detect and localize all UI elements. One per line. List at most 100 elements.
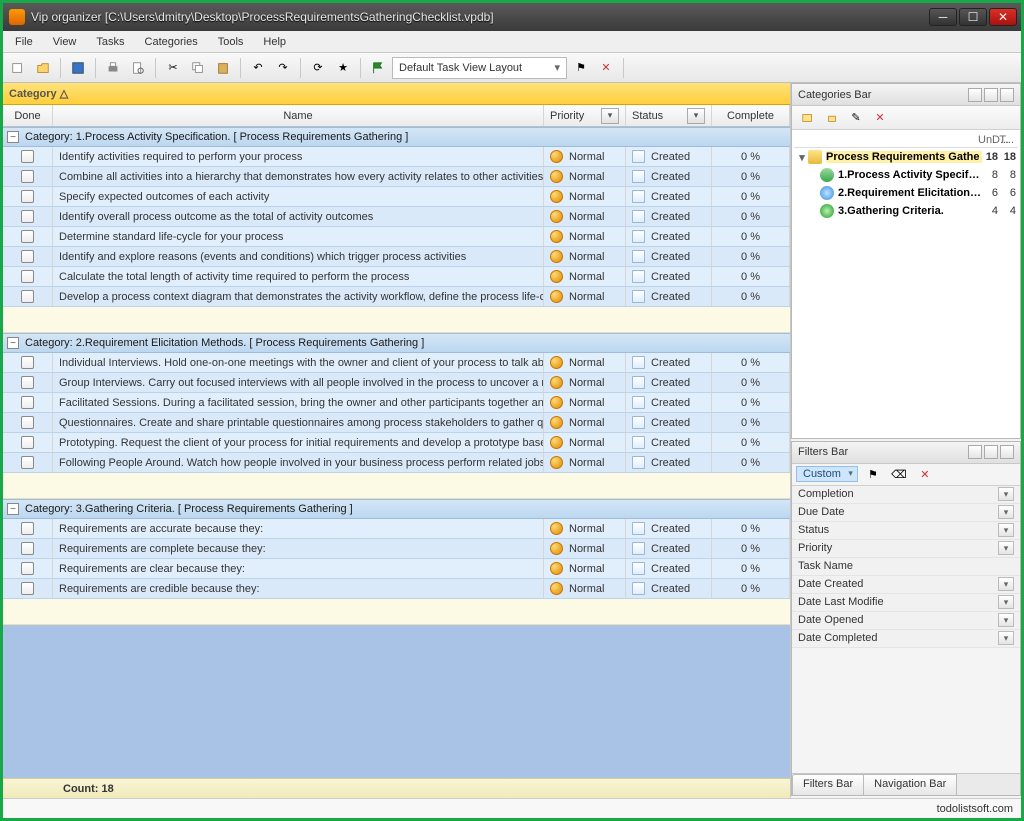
table-row[interactable]: Prototyping. Request the client of your … <box>3 433 790 453</box>
new-db-icon[interactable] <box>7 57 29 79</box>
dropdown-icon[interactable]: ▾ <box>998 541 1014 555</box>
tree-node[interactable]: 2.Requirement Elicitation Me66 <box>794 184 1018 202</box>
col-complete[interactable]: Complete <box>712 105 790 126</box>
cat-new-icon[interactable] <box>798 108 818 128</box>
status-filter-icon[interactable]: ▾ <box>687 108 705 124</box>
menu-tasks[interactable]: Tasks <box>88 34 132 50</box>
done-checkbox[interactable] <box>21 436 34 449</box>
table-row[interactable]: Requirements are clear because they:Norm… <box>3 559 790 579</box>
panel-pin-icon[interactable] <box>968 88 982 102</box>
menu-categories[interactable]: Categories <box>137 34 206 50</box>
table-row[interactable]: Identify activities required to perform … <box>3 147 790 167</box>
dropdown-icon[interactable]: ▾ <box>998 613 1014 627</box>
panel-pin-icon[interactable] <box>968 445 982 459</box>
done-checkbox[interactable] <box>21 396 34 409</box>
table-row[interactable]: Develop a process context diagram that d… <box>3 287 790 307</box>
filter-apply-icon[interactable]: ⚑ <box>862 463 884 485</box>
menu-help[interactable]: Help <box>255 34 294 50</box>
col-priority[interactable]: Priority▾ <box>544 105 626 126</box>
dropdown-icon[interactable]: ▾ <box>998 505 1014 519</box>
filter-row[interactable]: Date Opened▾ <box>792 612 1020 630</box>
done-checkbox[interactable] <box>21 270 34 283</box>
done-checkbox[interactable] <box>21 582 34 595</box>
category-row[interactable]: −Category: 3.Gathering Criteria. [ Proce… <box>3 499 790 519</box>
done-checkbox[interactable] <box>21 522 34 535</box>
table-row[interactable]: Specify expected outcomes of each activi… <box>3 187 790 207</box>
tab-filters-bar[interactable]: Filters Bar <box>792 774 864 795</box>
table-row[interactable]: Calculate the total length of activity t… <box>3 267 790 287</box>
chevron-down-icon[interactable]: ▾ <box>796 151 808 164</box>
table-row[interactable]: Group Interviews. Carry out focused inte… <box>3 373 790 393</box>
filter-row[interactable]: Date Last Modifie▾ <box>792 594 1020 612</box>
flag-icon[interactable] <box>367 57 389 79</box>
dropdown-icon[interactable]: ▾ <box>998 487 1014 501</box>
table-row[interactable]: Requirements are accurate because they:N… <box>3 519 790 539</box>
preview-icon[interactable] <box>127 57 149 79</box>
print-icon[interactable] <box>102 57 124 79</box>
done-checkbox[interactable] <box>21 210 34 223</box>
done-checkbox[interactable] <box>21 356 34 369</box>
menu-file[interactable]: File <box>7 34 41 50</box>
done-checkbox[interactable] <box>21 456 34 469</box>
paste-icon[interactable] <box>212 57 234 79</box>
tree-root[interactable]: ▾Process Requirements Gathe1818 <box>794 148 1018 166</box>
category-row[interactable]: −Category: 2.Requirement Elicitation Met… <box>3 333 790 353</box>
filter-row[interactable]: Priority▾ <box>792 540 1020 558</box>
done-checkbox[interactable] <box>21 416 34 429</box>
done-checkbox[interactable] <box>21 250 34 263</box>
done-checkbox[interactable] <box>21 150 34 163</box>
save-icon[interactable] <box>67 57 89 79</box>
col-status[interactable]: Status▾ <box>626 105 712 126</box>
table-row[interactable]: Facilitated Sessions. During a facilitat… <box>3 393 790 413</box>
dropdown-icon[interactable]: ▾ <box>998 523 1014 537</box>
tree-node[interactable]: 1.Process Activity Specificat88 <box>794 166 1018 184</box>
undo-icon[interactable]: ↶ <box>247 57 269 79</box>
menu-view[interactable]: View <box>45 34 85 50</box>
done-checkbox[interactable] <box>21 290 34 303</box>
table-row[interactable]: Determine standard life-cycle for your p… <box>3 227 790 247</box>
col-done[interactable]: Done <box>3 105 53 126</box>
done-checkbox[interactable] <box>21 542 34 555</box>
layout-select[interactable]: Default Task View Layout <box>392 57 567 79</box>
table-row[interactable]: Combine all activities into a hierarchy … <box>3 167 790 187</box>
done-checkbox[interactable] <box>21 376 34 389</box>
filter-delete-icon[interactable]: ✕ <box>914 463 936 485</box>
custom-filter-select[interactable]: Custom <box>796 466 858 482</box>
collapse-icon[interactable]: − <box>7 131 19 143</box>
open-icon[interactable] <box>32 57 54 79</box>
table-row[interactable]: Identify and explore reasons (events and… <box>3 247 790 267</box>
filter-clear-icon[interactable]: ⌫ <box>888 463 910 485</box>
table-row[interactable]: Requirements are complete because they:N… <box>3 539 790 559</box>
layout-delete-icon[interactable]: ✕ <box>595 57 617 79</box>
cat-newsub-icon[interactable] <box>822 108 842 128</box>
category-row[interactable]: −Category: 1.Process Activity Specificat… <box>3 127 790 147</box>
done-checkbox[interactable] <box>21 562 34 575</box>
close-button[interactable]: ✕ <box>989 8 1017 26</box>
filter-row[interactable]: Date Created▾ <box>792 576 1020 594</box>
menu-tools[interactable]: Tools <box>210 34 252 50</box>
filter-row[interactable]: Due Date▾ <box>792 504 1020 522</box>
tree-node[interactable]: 3.Gathering Criteria.44 <box>794 202 1018 220</box>
filter-row[interactable]: Date Completed▾ <box>792 630 1020 648</box>
dropdown-icon[interactable]: ▾ <box>998 595 1014 609</box>
panel-collapse-icon[interactable] <box>984 88 998 102</box>
cat-edit-icon[interactable]: ✎ <box>846 108 866 128</box>
group-bar[interactable]: Category △ <box>3 83 790 105</box>
panel-close-icon[interactable] <box>1000 88 1014 102</box>
collapse-icon[interactable]: − <box>7 337 19 349</box>
table-row[interactable]: Following People Around. Watch how peopl… <box>3 453 790 473</box>
dropdown-icon[interactable]: ▾ <box>998 577 1014 591</box>
refresh-icon[interactable]: ⟳ <box>307 57 329 79</box>
table-row[interactable]: Requirements are credible because they:N… <box>3 579 790 599</box>
panel-collapse-icon[interactable] <box>984 445 998 459</box>
redo-icon[interactable]: ↷ <box>272 57 294 79</box>
done-checkbox[interactable] <box>21 230 34 243</box>
table-row[interactable]: Questionnaires. Create and share printab… <box>3 413 790 433</box>
dropdown-icon[interactable]: ▾ <box>998 631 1014 645</box>
table-row[interactable]: Identify overall process outcome as the … <box>3 207 790 227</box>
col-name[interactable]: Name <box>53 105 544 126</box>
panel-close-icon[interactable] <box>1000 445 1014 459</box>
cut-icon[interactable]: ✂ <box>162 57 184 79</box>
copy-icon[interactable] <box>187 57 209 79</box>
maximize-button[interactable]: ☐ <box>959 8 987 26</box>
